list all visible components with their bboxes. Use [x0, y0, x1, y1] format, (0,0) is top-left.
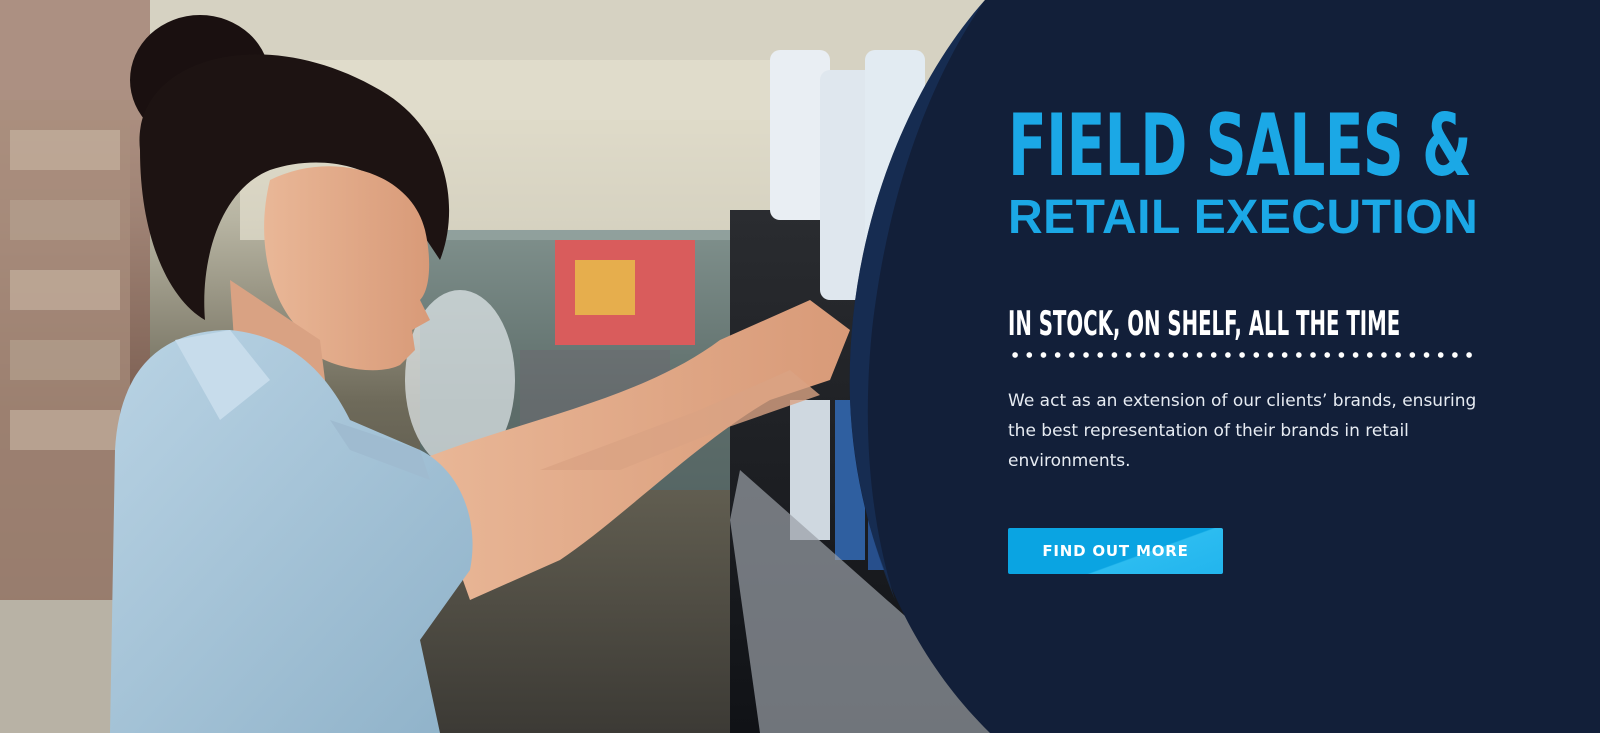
hero-content: FIELD SALES & RETAIL EXECUTION IN STOCK,…	[1008, 100, 1488, 574]
hero-banner: FIELD SALES & RETAIL EXECUTION IN STOCK,…	[0, 0, 1600, 733]
hero-title-line-2: RETAIL EXECUTION	[1008, 191, 1479, 244]
hero-tagline: IN STOCK, ON SHELF, ALL THE TIME	[1008, 304, 1401, 344]
store-worker-image	[0, 0, 1000, 733]
hero-photo	[0, 0, 1000, 733]
dotted-divider	[1008, 350, 1478, 360]
hero-title-line-1: FIELD SALES &	[1008, 96, 1472, 196]
hero-description: We act as an extension of our clients’ b…	[1008, 391, 1477, 471]
find-out-more-button[interactable]: FIND OUT MORE	[1008, 528, 1223, 574]
